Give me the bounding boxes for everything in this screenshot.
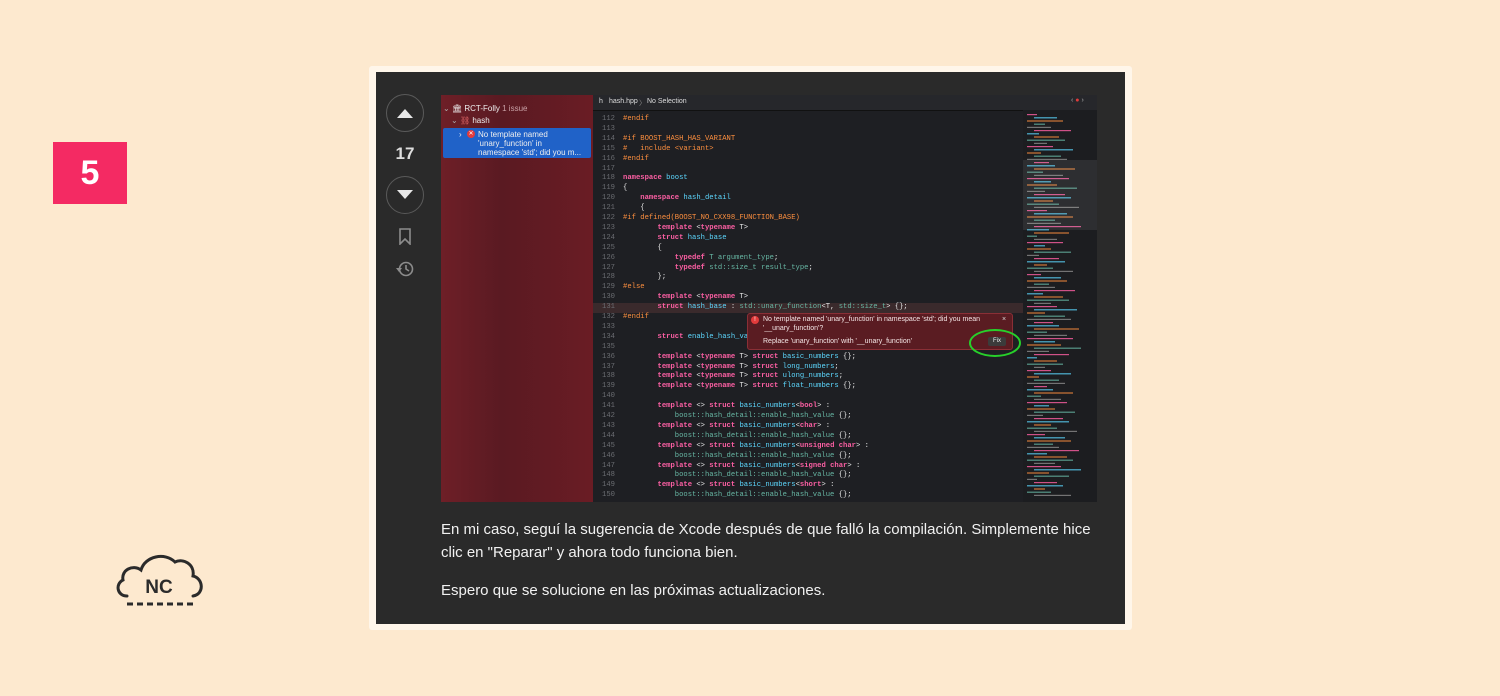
code-line: 114 #if BOOST_HASH_HAS_VARIANT bbox=[602, 134, 736, 143]
code-line: 119{ bbox=[602, 184, 628, 193]
code-line: 120 namespace hash_detail bbox=[602, 194, 731, 203]
code-line: 143 template <> struct basic_numbers<cha… bbox=[602, 421, 831, 430]
code-line: 127 typedef std::size_t result_type; bbox=[602, 263, 813, 272]
code-line: 126 typedef T argument_type; bbox=[602, 253, 779, 262]
code-line: 141 template <> struct basic_numbers<boo… bbox=[602, 402, 831, 411]
code-line: 142 boost::hash_detail::enable_hash_valu… bbox=[602, 412, 852, 420]
bookmark-button[interactable] bbox=[398, 228, 412, 250]
vote-panel: 17 bbox=[385, 94, 425, 283]
issue-navigator: ⌄ 🏛 RCT-Folly 1 issue ⌄ ⛓ hash › ✕ No te… bbox=[441, 95, 593, 502]
code-line: 116 #endif bbox=[602, 154, 649, 163]
code-line: 131 struct hash_base : std::unary_functi… bbox=[593, 303, 1023, 314]
close-icon[interactable]: × bbox=[1002, 316, 1006, 323]
file-icon: ⛓ bbox=[459, 116, 471, 125]
error-icon: ! bbox=[751, 316, 759, 324]
code-line: 125 { bbox=[602, 243, 662, 252]
code-line: 118 namespace boost bbox=[602, 174, 688, 183]
step-badge: 5 bbox=[53, 142, 127, 204]
logo-text: NC bbox=[145, 577, 173, 598]
code-editor: h hash.hpp 〉 No Selection ‹ ● › 112 #endi… bbox=[593, 95, 1097, 502]
vote-count: 17 bbox=[395, 144, 415, 163]
xcode-screenshot: ⌄ 🏛 RCT-Folly 1 issue ⌄ ⛓ hash › ✕ No te… bbox=[441, 95, 1097, 502]
error-message: No template named 'unary_function' in na… bbox=[478, 130, 582, 157]
code-line: 144 boost::hash_detail::enable_hash_valu… bbox=[602, 431, 852, 440]
minimap[interactable] bbox=[1023, 110, 1097, 502]
code-line: 136 template <typename T> struct basic_n… bbox=[602, 352, 856, 361]
answer-paragraph-1: En mi caso, seguí la sugerencia de Xcode… bbox=[441, 521, 1091, 561]
code-line: 138 template <typename T> struct ulong_n… bbox=[602, 372, 844, 381]
code-line: 115 # include <variant> bbox=[602, 144, 714, 153]
code-line: 122 #if defined(BOOST_NO_CXX98_FUNCTION_B… bbox=[602, 214, 800, 222]
caret-down-icon bbox=[397, 190, 413, 199]
code-line: 150 boost::hash_detail::enable_hash_valu… bbox=[602, 491, 852, 500]
code-line: 149 template <> struct basic_numbers<sho… bbox=[602, 481, 835, 490]
caret-up-icon bbox=[397, 109, 413, 118]
code-line: 121 { bbox=[602, 204, 645, 213]
code-line: 123 template <typename T> bbox=[602, 223, 749, 232]
code-line: 146 boost::hash_detail::enable_hash_valu… bbox=[602, 451, 852, 460]
history-icon bbox=[396, 261, 414, 277]
code-line: 130 template <typename T> bbox=[602, 293, 749, 302]
bank-icon: 🏛 bbox=[451, 104, 463, 113]
code-line: 117 bbox=[602, 164, 615, 173]
issue-nav-arrows[interactable]: ‹ ● › bbox=[1071, 97, 1084, 104]
code-line: 124 struct hash_base bbox=[602, 233, 727, 242]
code-line: 137 template <typename T> struct long_nu… bbox=[602, 362, 839, 371]
downvote-button[interactable] bbox=[386, 176, 424, 214]
jump-bar: h hash.hpp 〉 No Selection ‹ ● › bbox=[593, 95, 1097, 111]
highlight-annotation bbox=[969, 329, 1021, 357]
cloud-logo-icon: NC bbox=[116, 554, 203, 606]
history-button[interactable] bbox=[396, 260, 414, 283]
code-line: 112 #endif bbox=[602, 115, 649, 123]
bookmark-icon bbox=[399, 228, 411, 246]
header-file-icon: h bbox=[599, 98, 603, 105]
file-row[interactable]: ⌄ ⛓ hash bbox=[451, 116, 490, 125]
code-line: 147 template <> struct basic_numbers<sig… bbox=[602, 461, 861, 470]
code-line: 148 boost::hash_detail::enable_hash_valu… bbox=[602, 471, 852, 480]
answer-paragraph-2: Espero que se solucione en las próximas … bbox=[441, 582, 826, 599]
code-line: 129 #else bbox=[602, 283, 645, 292]
upvote-button[interactable] bbox=[386, 94, 424, 132]
error-icon: ✕ bbox=[467, 130, 475, 138]
code-line: 145 template <> struct basic_numbers<uns… bbox=[602, 441, 869, 450]
code-line: 140 bbox=[602, 392, 615, 401]
code-line: 139 template <typename T> struct float_n… bbox=[602, 382, 856, 391]
jump-file[interactable]: hash.hpp bbox=[609, 98, 638, 105]
code-line: 113 bbox=[602, 124, 615, 133]
project-row[interactable]: ⌄ 🏛 RCT-Folly 1 issue bbox=[443, 104, 527, 113]
jump-selection[interactable]: No Selection bbox=[647, 98, 687, 105]
code-line: 128 }; bbox=[602, 273, 667, 282]
